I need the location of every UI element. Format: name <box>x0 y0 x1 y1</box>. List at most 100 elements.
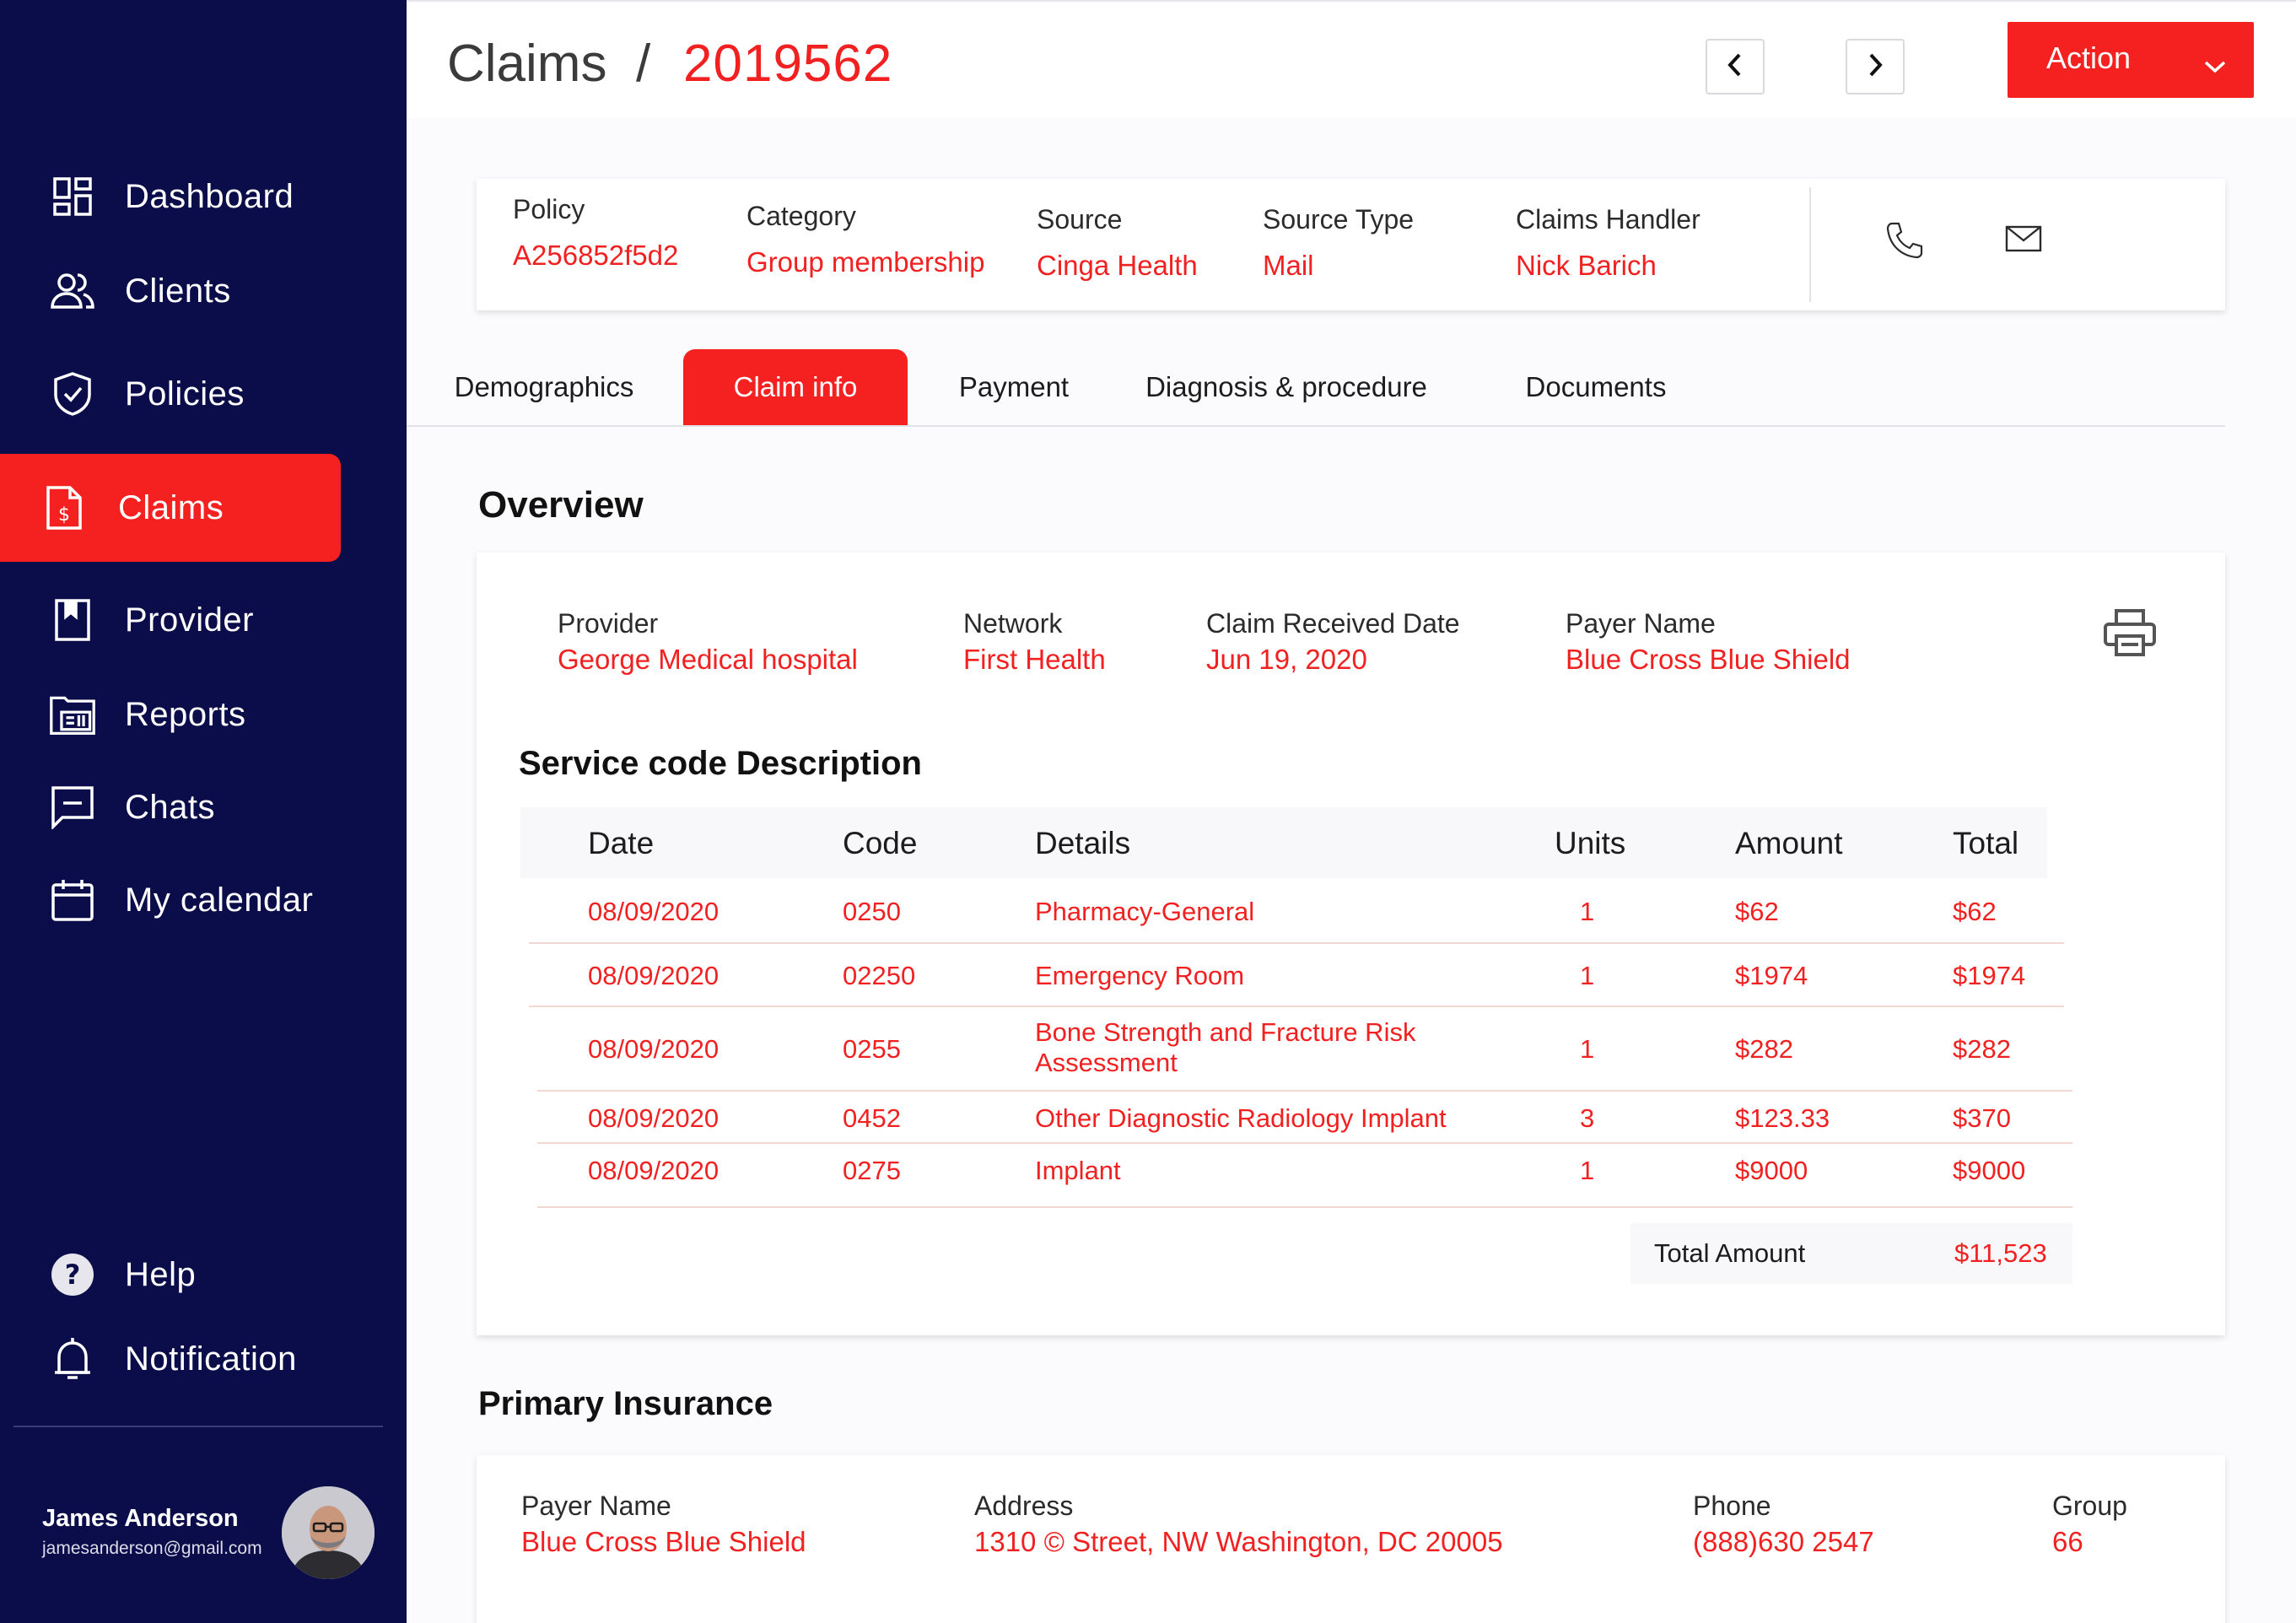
claims-handler-label: Claims Handler <box>1516 204 1700 235</box>
column-header-details: Details <box>1035 826 1131 860</box>
policy-value: A256852f5d2 <box>513 240 679 271</box>
sidebar-item-label: Dashboard <box>125 177 294 215</box>
insurance-group-value: 66 <box>2052 1526 2083 1557</box>
sidebar-item-chats[interactable]: Chats <box>0 761 341 854</box>
breadcrumb-claims[interactable]: Claims <box>447 34 606 94</box>
shield-icon <box>49 370 96 418</box>
sidebar-item-clients[interactable]: Clients <box>0 245 341 337</box>
total-amount-label: Total Amount <box>1654 1238 1806 1268</box>
cell-total: $9000 <box>1953 1156 2026 1185</box>
sidebar-item-label: Reports <box>125 695 246 733</box>
cell-amount: $123.33 <box>1735 1103 1830 1133</box>
sidebar-item-policies[interactable]: Policies <box>0 348 341 440</box>
cell-units: 3 <box>1580 1103 1595 1133</box>
table-row[interactable]: 08/09/2020 0452 Other Diagnostic Radiolo… <box>537 1092 2072 1144</box>
tab-claim-info[interactable]: Claim info <box>683 349 908 425</box>
insurance-phone-label: Phone <box>1693 1491 1771 1521</box>
previous-claim-button[interactable] <box>1706 39 1765 94</box>
category-label: Category <box>746 201 856 231</box>
insurance-payer-label: Payer Name <box>521 1491 671 1521</box>
claim-tabs: Demographics Claim info Payment Diagnosi… <box>407 349 2225 427</box>
bell-icon <box>49 1335 96 1383</box>
insurance-group-label: Group <box>2052 1491 2127 1521</box>
sidebar-item-label: Claims <box>118 488 224 526</box>
table-row[interactable]: 08/09/2020 0255 Bone Strength and Fractu… <box>537 1007 2072 1092</box>
action-label: Action <box>2046 40 2132 75</box>
sidebar-item-label: Help <box>125 1255 197 1293</box>
phone-icon[interactable] <box>1885 221 1924 264</box>
insurance-address-value: 1310 © Street, NW Washington, DC 20005 <box>974 1526 1503 1557</box>
action-dropdown-button[interactable]: Action <box>2008 22 2254 98</box>
column-header-amount: Amount <box>1735 826 1843 860</box>
cell-date: 08/09/2020 <box>588 897 720 926</box>
reports-icon <box>49 691 96 738</box>
column-header-units: Units <box>1555 826 1626 860</box>
claim-received-date-label: Claim Received Date <box>1206 608 1460 639</box>
tab-payment[interactable]: Payment <box>943 349 1085 425</box>
network-label: Network <box>963 608 1063 639</box>
printer-icon[interactable] <box>2103 608 2164 662</box>
column-header-date: Date <box>588 826 655 860</box>
mail-icon[interactable] <box>2005 224 2042 257</box>
sidebar-item-my-calendar[interactable]: My calendar <box>0 854 341 946</box>
source-type-value: Mail <box>1263 250 1314 281</box>
insurance-address-label: Address <box>974 1491 1074 1521</box>
breadcrumb-separator: / <box>636 35 651 93</box>
primary-insurance-title: Primary Insurance <box>478 1385 773 1422</box>
cell-date: 08/09/2020 <box>588 1103 720 1133</box>
column-header-total: Total <box>1953 826 2019 860</box>
sidebar-item-reports[interactable]: Reports <box>0 668 341 761</box>
table-row[interactable]: 08/09/2020 02250 Emergency Room 1 $1974 … <box>529 944 2064 1007</box>
chevron-right-icon <box>1866 52 1884 82</box>
cell-units: 1 <box>1580 1034 1595 1064</box>
tab-demographics[interactable]: Demographics <box>455 349 634 425</box>
policy-label: Policy <box>513 194 585 224</box>
cell-total: $282 <box>1953 1034 2011 1064</box>
dashboard-icon <box>49 173 96 220</box>
page-header: Claims / 2019562 Action <box>407 0 2296 118</box>
source-type-label: Source Type <box>1263 204 1415 235</box>
cell-date: 08/09/2020 <box>588 1156 720 1185</box>
cell-code: 02250 <box>843 961 916 990</box>
payer-name-label: Payer Name <box>1566 608 1716 639</box>
bookmark-icon <box>49 596 96 644</box>
tab-documents[interactable]: Documents <box>1512 349 1680 425</box>
profile-email: jamesanderson@gmail.com <box>42 1539 262 1558</box>
claim-summary-card: Policy A256852f5d2 Category Group member… <box>477 179 2225 310</box>
cell-units: 1 <box>1580 1156 1595 1185</box>
claim-id: 2019562 <box>683 35 893 93</box>
cell-code: 0452 <box>843 1103 901 1133</box>
sidebar-item-label: Notification <box>125 1340 297 1378</box>
network-value: First Health <box>963 644 1106 675</box>
table-row[interactable]: 08/09/2020 0275 Implant 1 $9000 $9000 <box>537 1144 2072 1208</box>
sidebar-item-label: Provider <box>125 601 254 639</box>
sidebar: Dashboard Clients Policies $ Claims Prov… <box>0 0 407 1623</box>
avatar[interactable] <box>282 1486 375 1579</box>
overview-card: Provider George Medical hospital Network… <box>477 553 2225 1335</box>
cell-details-line2: Assessment <box>1035 1048 1178 1077</box>
tab-diagnosis-procedure[interactable]: Diagnosis & procedure <box>1134 349 1439 425</box>
cell-details: Other Diagnostic Radiology Implant <box>1035 1103 1447 1133</box>
next-claim-button[interactable] <box>1846 39 1905 94</box>
sidebar-item-label: Policies <box>125 375 245 412</box>
sidebar-item-provider[interactable]: Provider <box>0 574 341 666</box>
claim-document-icon: $ <box>40 484 88 531</box>
cell-details: Pharmacy-General <box>1035 897 1255 926</box>
svg-text:?: ? <box>65 1259 81 1291</box>
overview-title: Overview <box>478 484 644 526</box>
insurance-phone-value: (888)630 2547 <box>1693 1526 1874 1557</box>
cell-code: 0275 <box>843 1156 901 1185</box>
sidebar-item-dashboard[interactable]: Dashboard <box>0 150 341 243</box>
column-header-code: Code <box>843 826 918 860</box>
total-amount-row: Total Amount $11,523 <box>1630 1223 2072 1284</box>
sidebar-item-help[interactable]: ? Help <box>0 1228 341 1321</box>
table-row[interactable]: 08/09/2020 0250 Pharmacy-General 1 $62 $… <box>529 878 2064 944</box>
calendar-icon <box>49 876 96 924</box>
sidebar-item-claims[interactable]: $ Claims <box>0 454 341 562</box>
service-table-header: Date Code Details Units Amount Total <box>520 807 2047 878</box>
provider-label: Provider <box>558 608 659 639</box>
sidebar-item-notification[interactable]: Notification <box>0 1313 341 1405</box>
cell-date: 08/09/2020 <box>588 961 720 990</box>
profile-name: James Anderson <box>42 1505 239 1532</box>
cell-units: 1 <box>1580 897 1595 926</box>
